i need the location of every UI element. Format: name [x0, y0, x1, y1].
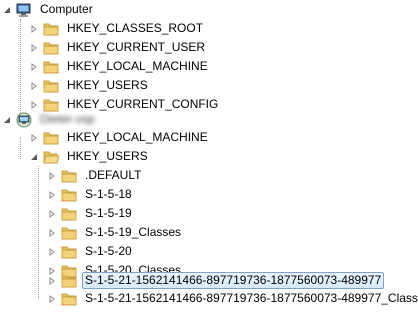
collapsed-arrow-icon[interactable] — [29, 62, 39, 72]
collapsed-arrow-icon[interactable] — [47, 276, 57, 286]
collapsed-arrow-icon[interactable] — [47, 171, 57, 181]
node-label: HKEY_LOCAL_MACHINE — [67, 59, 208, 73]
collapsed-arrow-icon[interactable] — [29, 100, 39, 110]
tree-node-remote-hkey-local-machine[interactable]: HKEY_LOCAL_MACHINE — [29, 128, 211, 147]
tree-node-s-1-5-21-selected[interactable]: S-1-5-21-1562141466-897719736-1877560073… — [47, 271, 385, 290]
collapsed-arrow-icon[interactable] — [47, 190, 57, 200]
tree-node-s-1-5-19[interactable]: S-1-5-19 — [47, 204, 135, 223]
tree-node-remote-hkey-users[interactable]: HKEY_USERS — [29, 147, 151, 166]
tree-connector — [38, 166, 39, 299]
collapsed-arrow-icon[interactable] — [29, 133, 39, 143]
collapsed-arrow-icon[interactable] — [47, 228, 57, 238]
folder-icon — [61, 291, 77, 307]
tree-connector — [20, 19, 21, 119]
node-label: Computer — [40, 2, 93, 16]
tree-node-hkey-users[interactable]: HKEY_USERS — [29, 76, 151, 95]
folder-icon — [61, 168, 77, 184]
node-label: S-1-5-19_Classes — [85, 225, 182, 239]
node-label: S-1-5-18 — [85, 187, 132, 201]
node-label: S-1-5-21-1562141466-897719736-1877560073… — [82, 272, 385, 289]
folder-icon — [43, 130, 59, 146]
network-computer-icon — [16, 112, 32, 128]
folder-icon — [43, 78, 59, 94]
node-label: HKEY_CLASSES_ROOT — [67, 21, 204, 35]
tree-node-s-1-5-21-classes[interactable]: S-1-5-21-1562141466-897719736-1877560073… — [47, 289, 418, 308]
node-label: HKEY_USERS — [67, 78, 148, 92]
open-folder-icon — [43, 149, 59, 165]
folder-icon — [43, 21, 59, 37]
node-label: S-1-5-20 — [85, 244, 132, 258]
node-label: HKEY_CURRENT_USER — [67, 40, 206, 54]
folder-icon — [43, 40, 59, 56]
folder-icon — [43, 59, 59, 75]
tree-connector — [20, 137, 21, 159]
node-label: Dieter-vsp — [40, 112, 95, 126]
tree-node-computer[interactable]: Computer — [2, 0, 96, 19]
folder-icon — [61, 187, 77, 203]
tree-node-hkey-current-user[interactable]: HKEY_CURRENT_USER — [29, 38, 208, 57]
node-label: HKEY_LOCAL_MACHINE — [67, 130, 208, 144]
collapsed-arrow-icon[interactable] — [47, 294, 57, 304]
tree-node-s-1-5-18[interactable]: S-1-5-18 — [47, 185, 135, 204]
tree-node-hkey-local-machine[interactable]: HKEY_LOCAL_MACHINE — [29, 57, 211, 76]
folder-icon — [61, 244, 77, 260]
registry-tree: Computer HKEY_CLASSES_ROOT HKEY_CURRENT_… — [0, 0, 418, 324]
collapsed-arrow-icon[interactable] — [47, 209, 57, 219]
folder-icon — [61, 273, 77, 289]
node-label: HKEY_USERS — [67, 149, 148, 163]
node-label: S-1-5-21-1562141466-897719736-1877560073… — [85, 291, 418, 305]
folder-icon — [61, 206, 77, 222]
collapsed-arrow-icon[interactable] — [29, 81, 39, 91]
tree-node-remote-computer[interactable]: Dieter-vsp — [2, 110, 98, 129]
tree-node-s-1-5-19-classes[interactable]: S-1-5-19_Classes — [47, 223, 184, 242]
expanded-arrow-icon[interactable] — [2, 115, 12, 125]
collapsed-arrow-icon[interactable] — [29, 43, 39, 53]
folder-icon — [61, 225, 77, 241]
collapsed-arrow-icon[interactable] — [29, 24, 39, 34]
node-label: .DEFAULT — [85, 168, 142, 182]
expanded-arrow-icon[interactable] — [2, 5, 12, 15]
tree-node-hkey-classes-root[interactable]: HKEY_CLASSES_ROOT — [29, 19, 206, 38]
node-label: S-1-5-19 — [85, 206, 132, 220]
expanded-arrow-icon[interactable] — [29, 152, 39, 162]
collapsed-arrow-icon[interactable] — [47, 247, 57, 257]
tree-node-default[interactable]: .DEFAULT — [47, 166, 144, 185]
computer-icon — [16, 2, 32, 18]
tree-node-s-1-5-20[interactable]: S-1-5-20 — [47, 242, 135, 261]
